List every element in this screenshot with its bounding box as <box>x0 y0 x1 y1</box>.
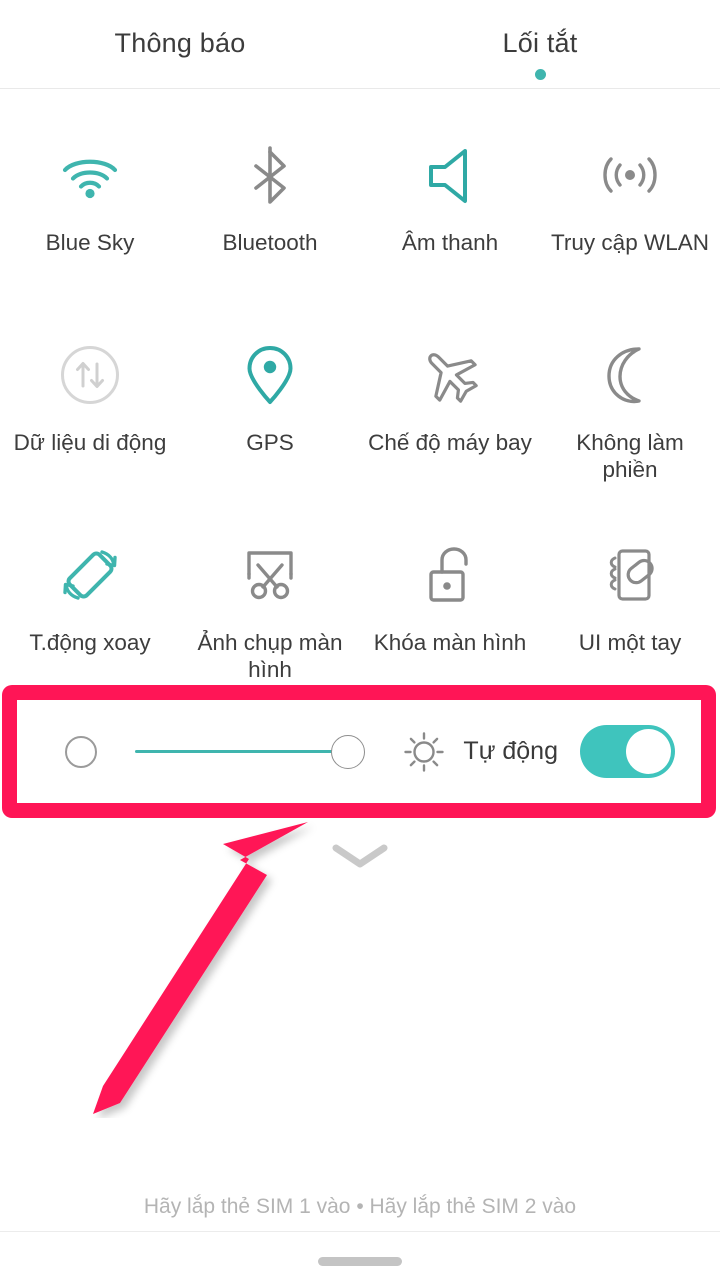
quick-tile-label: UI một tay <box>578 630 682 655</box>
quick-tile-one-handed-ui[interactable]: UI một tay <box>540 490 720 690</box>
auto-brightness-label: Tự động <box>463 737 558 765</box>
one-handed-ui-icon <box>597 542 663 608</box>
expand-panel-handle[interactable] <box>0 833 720 883</box>
chevron-down-icon <box>330 842 390 875</box>
bluetooth-icon <box>237 142 303 208</box>
quick-tile-mobile-data[interactable]: Dữ liệu di động <box>0 290 180 490</box>
tab-notifications-label: Thông báo <box>114 28 246 58</box>
brightness-slider-track <box>135 750 350 753</box>
quick-tile-wlan-hotspot[interactable]: Truy cập WLAN <box>540 90 720 290</box>
quick-tile-label: Bluetooth <box>222 230 318 255</box>
toggle-knob <box>626 729 671 774</box>
brightness-low-icon <box>65 735 97 768</box>
quick-tile-label: GPS <box>246 430 294 455</box>
quick-tile-label: Âm thanh <box>401 230 499 255</box>
airplane-icon <box>417 342 483 408</box>
tab-shortcuts-label: Lối tắt <box>502 28 578 58</box>
brightness-slider-thumb[interactable] <box>331 734 366 769</box>
sim-status-text: Hãy lắp thẻ SIM 1 vào • Hãy lắp thẻ SIM … <box>143 1195 577 1218</box>
brightness-slider[interactable] <box>135 734 366 769</box>
quick-tile-label: T.động xoay <box>29 630 151 655</box>
quick-tile-blue-sky[interactable]: Blue Sky <box>0 90 180 290</box>
quick-tile-bluetooth[interactable]: Bluetooth <box>180 90 360 290</box>
quick-tile-label: Ảnh chụp màn hình <box>197 630 343 682</box>
wifi-icon <box>57 142 123 208</box>
footer: Hãy lắp thẻ SIM 1 vào • Hãy lắp thẻ SIM … <box>0 1190 720 1280</box>
home-indicator[interactable] <box>318 1257 402 1266</box>
moon-icon <box>597 342 663 408</box>
auto-brightness-toggle[interactable] <box>580 725 675 778</box>
quick-tile-do-not-disturb[interactable]: Không làm phiền <box>540 290 720 490</box>
quick-tile-screenshot[interactable]: Ảnh chụp màn hình <box>180 490 360 690</box>
quick-tile-label: Blue Sky <box>45 230 135 255</box>
footer-divider <box>0 1231 720 1232</box>
unlocked-padlock-icon <box>417 542 483 608</box>
mobile-data-icon <box>57 342 123 408</box>
brightness-row: Tự động <box>17 700 701 803</box>
quick-tile-label: Truy cập WLAN <box>551 230 709 255</box>
tab-bar: Thông báo Lối tắt <box>0 0 720 89</box>
brightness-row-container: Tự động <box>0 685 720 821</box>
quick-settings-grid: Blue Sky Bluetooth Âm thanh Truy cập WLA… <box>0 90 720 690</box>
tab-notifications[interactable]: Thông báo <box>0 0 360 89</box>
hotspot-icon <box>597 142 663 208</box>
screenshot-icon <box>237 542 303 608</box>
quick-tile-label: Không làm phiền <box>576 430 684 482</box>
quick-tile-label: Chế độ máy bay <box>368 430 532 455</box>
quick-tile-auto-rotate[interactable]: T.động xoay <box>0 490 180 690</box>
location-pin-icon <box>237 342 303 408</box>
sun-icon <box>403 731 445 773</box>
tab-shortcuts[interactable]: Lối tắt <box>360 0 720 89</box>
quick-tile-airplane-mode[interactable]: Chế độ máy bay <box>360 290 540 490</box>
quick-tile-gps[interactable]: GPS <box>180 290 360 490</box>
quick-tile-label: Khóa màn hình <box>373 630 527 655</box>
quick-tile-label: Dữ liệu di động <box>13 430 167 455</box>
auto-rotate-icon <box>57 542 123 608</box>
sound-icon <box>417 142 483 208</box>
quick-tile-sound[interactable]: Âm thanh <box>360 90 540 290</box>
quick-tile-lock-screen[interactable]: Khóa màn hình <box>360 490 540 690</box>
tab-shortcuts-indicator <box>534 69 546 80</box>
